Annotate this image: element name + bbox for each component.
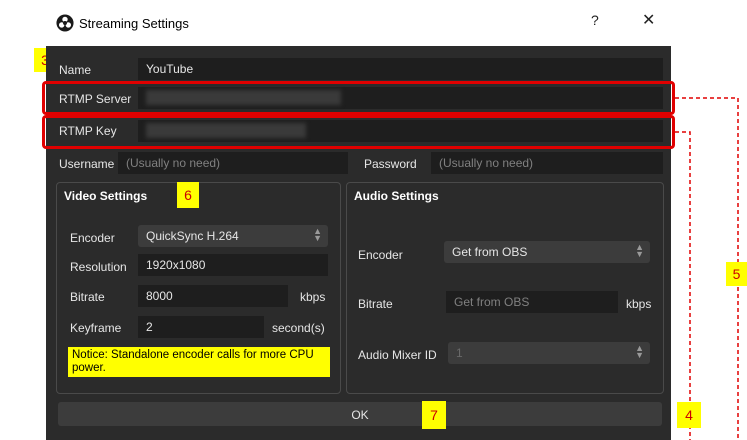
annotation-badge-5: 5 [726, 262, 747, 286]
annotation-badge-4: 4 [677, 402, 701, 428]
annotation-leader-lines [675, 97, 739, 440]
